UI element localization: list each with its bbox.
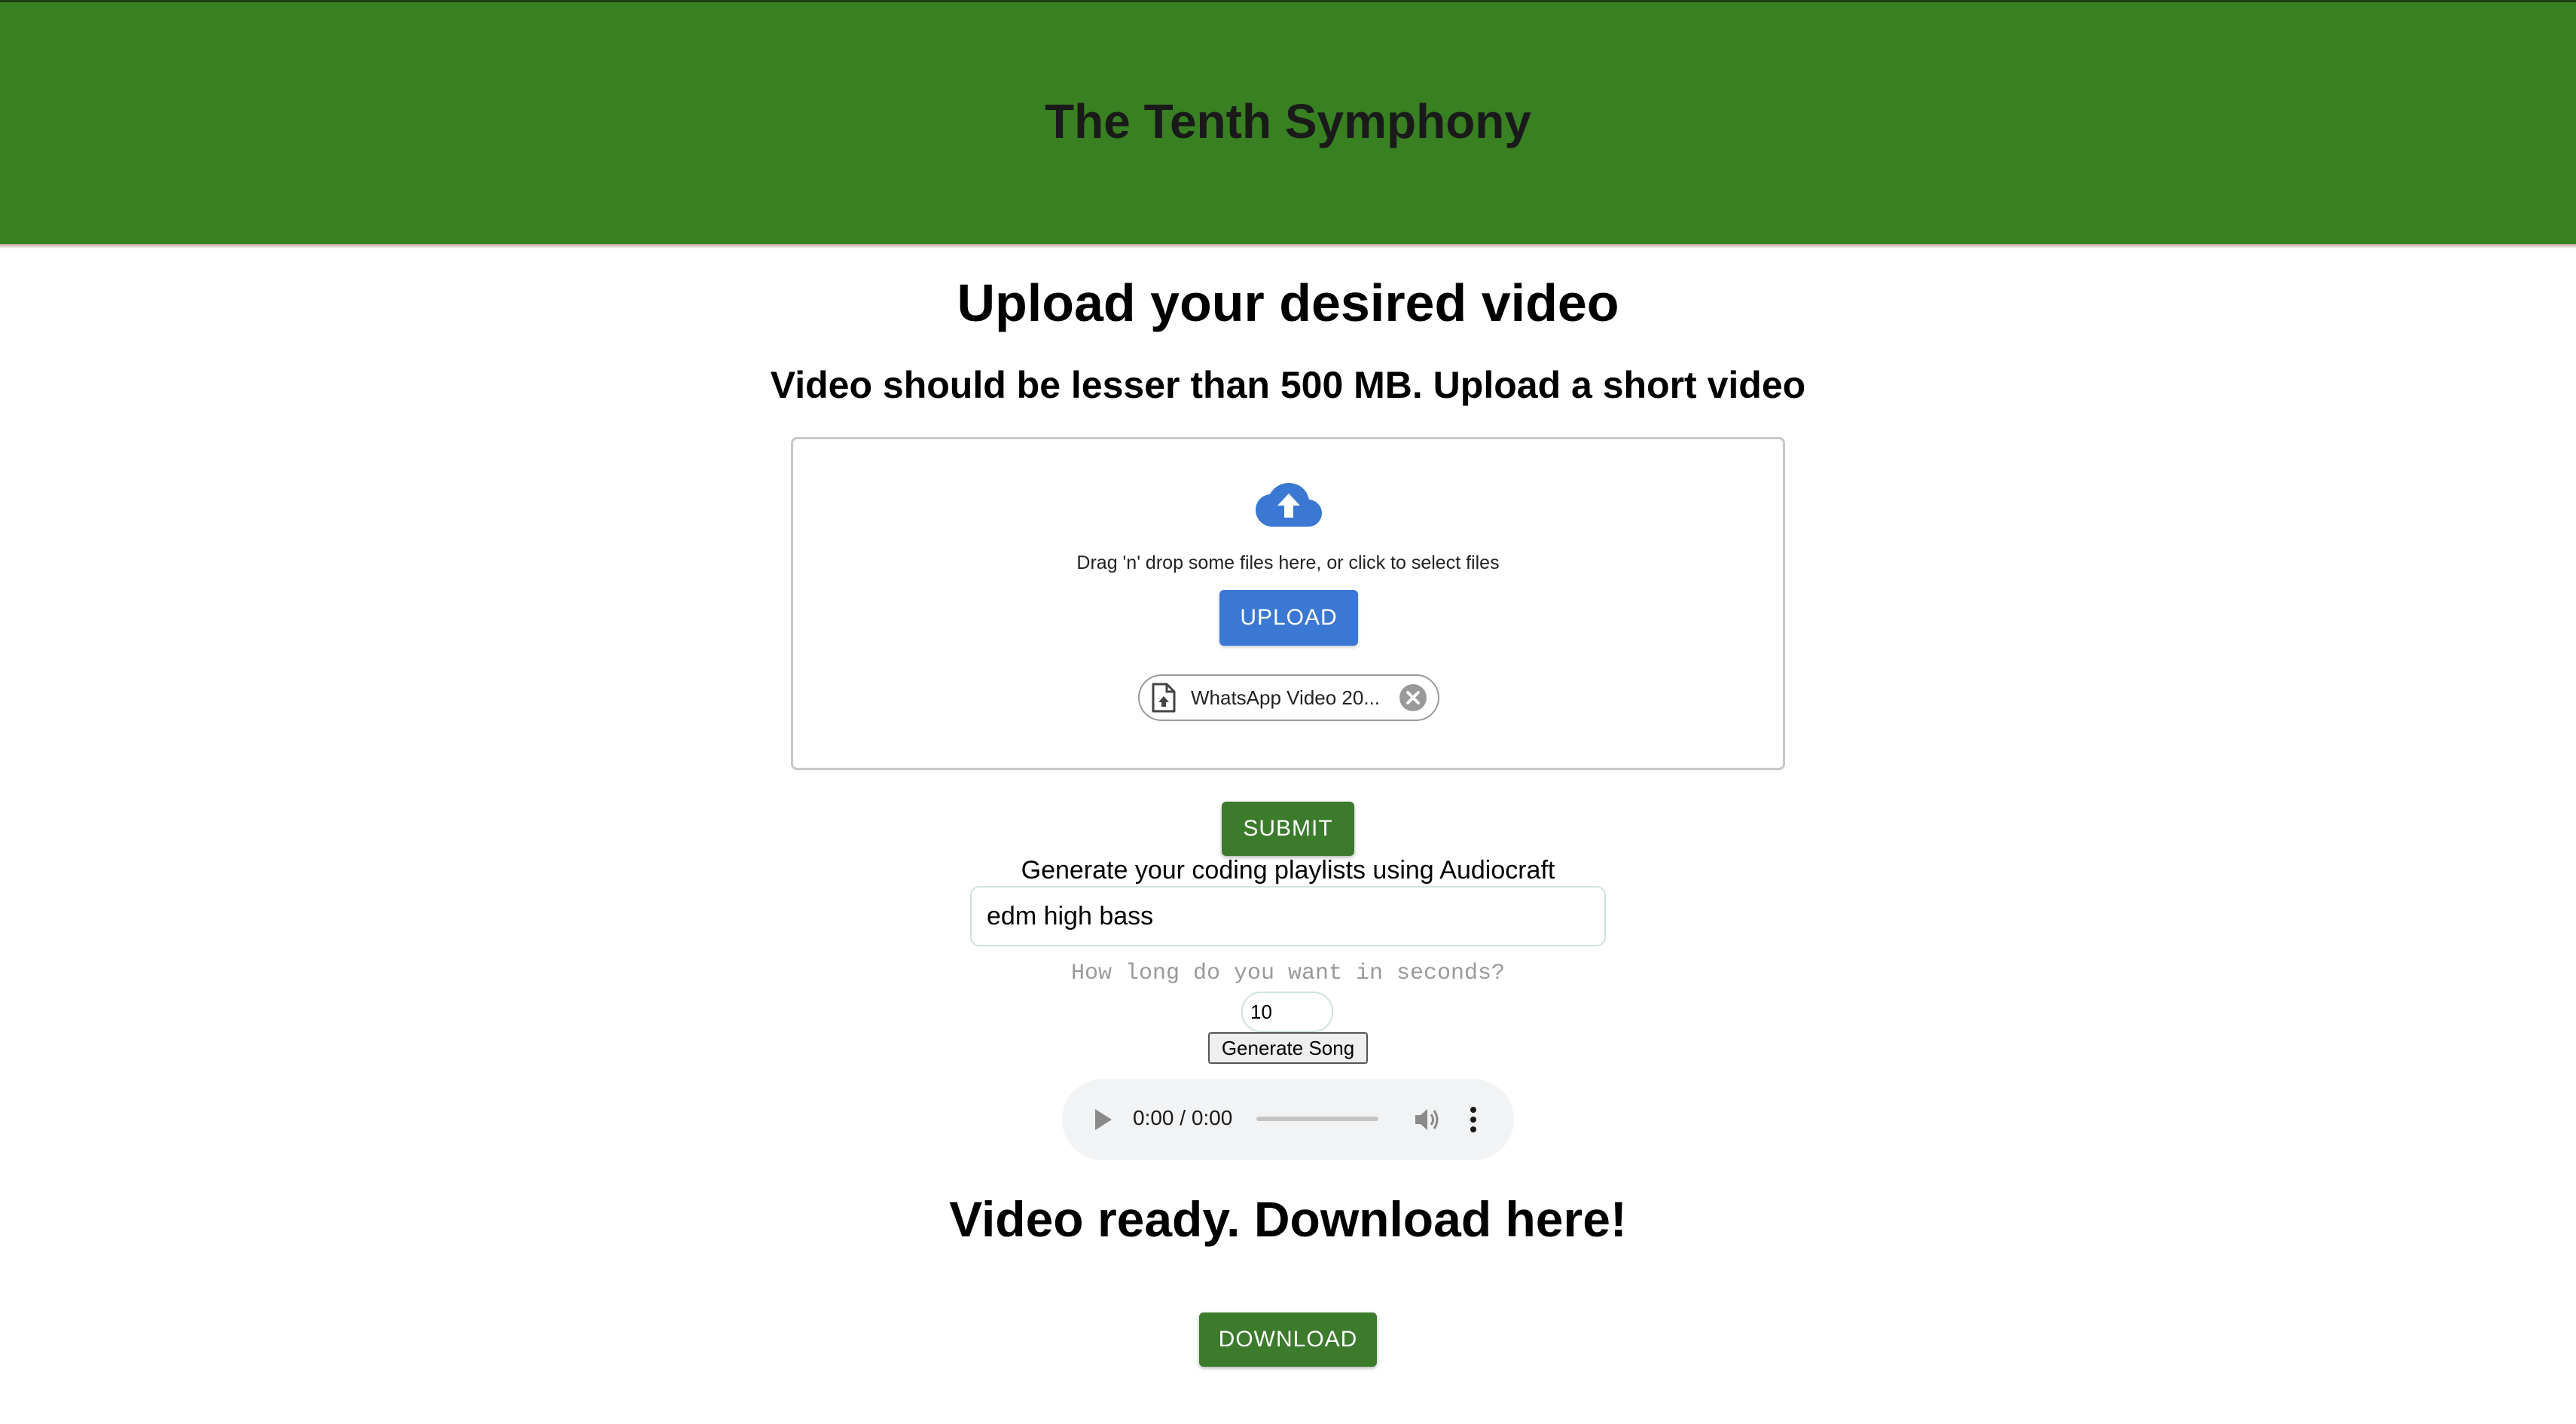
prompt-input[interactable] (970, 886, 1606, 946)
download-button[interactable]: DOWNLOAD (1199, 1312, 1377, 1367)
generate-song-button[interactable]: Generate Song (1208, 1032, 1368, 1064)
upload-button[interactable]: UPLOAD (1219, 590, 1358, 646)
duration-input[interactable] (1241, 992, 1333, 1032)
cloud-upload-icon (1256, 483, 1322, 527)
volume-icon[interactable] (1413, 1106, 1440, 1133)
dropzone-instructions: Drag 'n' drop some files here, or click … (1076, 552, 1500, 573)
play-icon[interactable] (1092, 1108, 1113, 1132)
submit-button[interactable]: SUBMIT (1222, 802, 1354, 856)
download-heading: Video ready. Download here! (949, 1191, 1627, 1247)
audio-progress-slider[interactable] (1256, 1117, 1378, 1121)
more-options-icon[interactable] (1469, 1106, 1478, 1133)
file-name: WhatsApp Video 20... (1191, 686, 1381, 709)
upload-subheading: Video should be lesser than 500 MB. Uplo… (770, 364, 1806, 406)
generator-caption: Generate your coding playlists using Aud… (1021, 856, 1555, 885)
app-title: The Tenth Symphony (1045, 93, 1531, 148)
app-header: The Tenth Symphony (0, 0, 2576, 249)
audio-time: 0:00 / 0:00 (1133, 1106, 1233, 1129)
audio-player: 0:00 / 0:00 (1062, 1079, 1514, 1160)
upload-heading: Upload your desired video (957, 273, 1619, 332)
file-dropzone[interactable]: Drag 'n' drop some files here, or click … (791, 437, 1785, 770)
selected-file-chip[interactable]: WhatsApp Video 20... (1138, 674, 1439, 721)
remove-circle-icon[interactable] (1399, 683, 1427, 712)
file-upload-icon (1152, 683, 1176, 713)
duration-label: How long do you want in seconds? (1070, 961, 1506, 986)
